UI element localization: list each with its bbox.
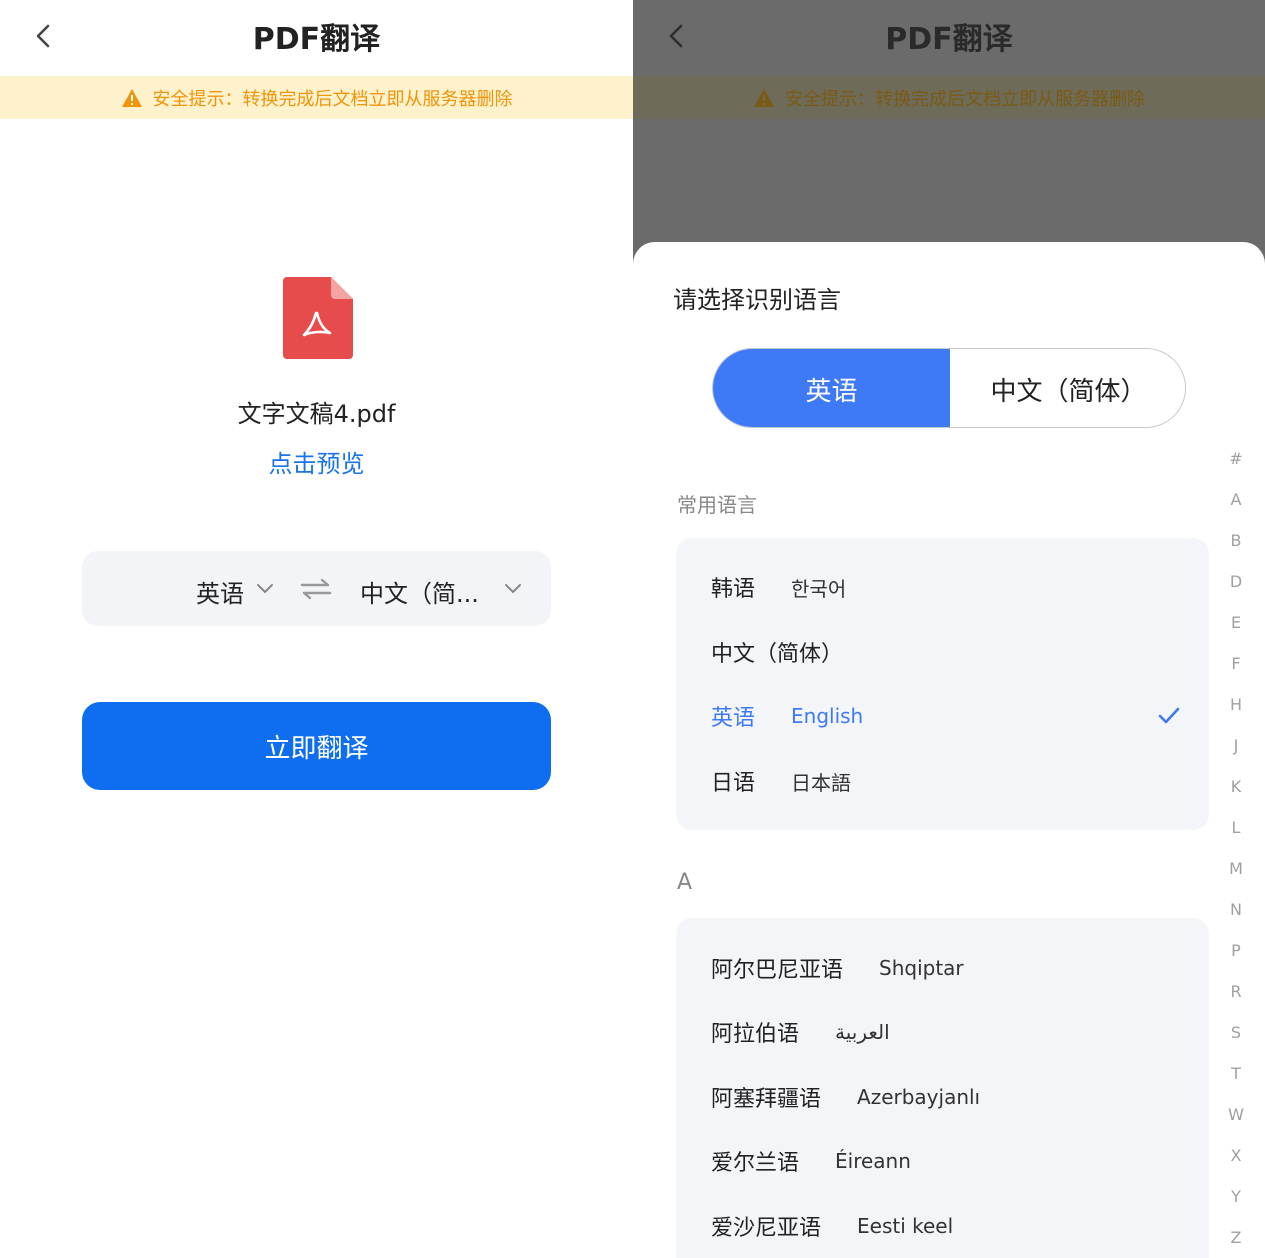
index-letter[interactable]: X: [1222, 1146, 1250, 1187]
source-target-toggle: 英语 中文（简体）: [712, 348, 1186, 428]
warning-icon: [754, 88, 774, 107]
list-item[interactable]: 日语 日本語: [711, 761, 1181, 801]
index-letter[interactable]: M: [1222, 859, 1250, 900]
list-item[interactable]: 中文（简体）: [711, 632, 1181, 672]
toggle-target-language[interactable]: 中文（简体）: [950, 349, 1185, 427]
index-letter[interactable]: B: [1222, 531, 1250, 572]
target-language-select[interactable]: 中文（简...: [360, 574, 479, 609]
language-sheet: 请选择识别语言 英语 中文（简体） 常用语言 韩语 한국어 中文（简体） 英语 …: [633, 242, 1265, 1258]
index-letter[interactable]: E: [1222, 613, 1250, 654]
index-letter[interactable]: Z: [1222, 1228, 1250, 1258]
header: PDF翻译: [0, 0, 633, 76]
index-letter[interactable]: N: [1222, 900, 1250, 941]
translate-now-button[interactable]: 立即翻译: [82, 702, 551, 790]
index-letter[interactable]: H: [1222, 695, 1250, 736]
index-letter[interactable]: L: [1222, 818, 1250, 859]
security-notice: 安全提示：转换完成后文档立即从服务器删除: [0, 76, 633, 119]
list-item[interactable]: 阿拉伯语 العربية: [711, 1012, 1181, 1052]
notice-text: 安全提示：转换完成后文档立即从服务器删除: [152, 88, 513, 110]
common-languages-label: 常用语言: [677, 493, 757, 517]
file-name: 文字文稿4.pdf: [237, 400, 396, 428]
chevron-down-icon[interactable]: [504, 583, 522, 595]
page-title: PDF翻译: [252, 22, 381, 57]
index-letter[interactable]: P: [1222, 941, 1250, 982]
header-dimmed: PDF翻译: [633, 0, 1265, 76]
translate-screen: PDF翻译 安全提示：转换完成后文档立即从服务器删除 文字文稿4.pdf 点击预…: [0, 0, 633, 1258]
preview-link[interactable]: 点击预览: [0, 444, 633, 479]
list-item[interactable]: 爱沙尼亚语 Eesti keel: [711, 1206, 1181, 1246]
index-letter[interactable]: T: [1222, 1064, 1250, 1105]
index-letter[interactable]: A: [1222, 490, 1250, 531]
common-languages-list: 韩语 한국어 中文（简体） 英语 English 日语 日本語: [676, 538, 1209, 830]
section-a-label: A: [677, 870, 693, 895]
notice-text: 安全提示：转换完成后文档立即从服务器删除: [785, 88, 1145, 110]
list-item[interactable]: 阿塞拜疆语 Azerbayjanlı: [711, 1077, 1181, 1117]
list-item[interactable]: 阿尔巴尼亚语 Shqiptar: [711, 948, 1181, 988]
index-letter[interactable]: F: [1222, 654, 1250, 695]
sheet-title: 请选择识别语言: [673, 286, 841, 314]
warning-icon: [121, 88, 142, 107]
pdf-file-icon: [283, 277, 353, 359]
language-picker-screen: PDF翻译 安全提示：转换完成后文档立即从服务器删除 请选择识别语言 英语 中文…: [633, 0, 1265, 1258]
swap-arrows-icon[interactable]: [300, 577, 332, 601]
alphabet-index: # A B D E F H J K L M N P R S T W X Y Z: [1222, 449, 1250, 1258]
security-notice: 安全提示：转换完成后文档立即从服务器删除: [633, 76, 1265, 119]
list-item[interactable]: 韩语 한국어: [711, 567, 1181, 607]
checkmark-icon: [1158, 707, 1180, 724]
a-languages-list: 阿尔巴尼亚语 Shqiptar 阿拉伯语 العربية 阿塞拜疆语 Azerb…: [676, 918, 1209, 1258]
index-letter[interactable]: Y: [1222, 1187, 1250, 1228]
chevron-down-icon[interactable]: [256, 583, 274, 595]
index-letter[interactable]: K: [1222, 777, 1250, 818]
index-letter[interactable]: R: [1222, 982, 1250, 1023]
index-letter[interactable]: S: [1222, 1023, 1250, 1064]
source-language-select[interactable]: 英语: [196, 574, 244, 609]
page-title: PDF翻译: [885, 22, 1013, 57]
toggle-source-language[interactable]: 英语: [713, 349, 950, 427]
index-letter[interactable]: #: [1222, 449, 1250, 490]
index-letter[interactable]: D: [1222, 572, 1250, 613]
index-letter[interactable]: J: [1222, 736, 1250, 777]
list-item[interactable]: 爱尔兰语 Éireann: [711, 1141, 1181, 1181]
list-item-selected[interactable]: 英语 English: [711, 696, 1181, 736]
index-letter[interactable]: W: [1222, 1105, 1250, 1146]
